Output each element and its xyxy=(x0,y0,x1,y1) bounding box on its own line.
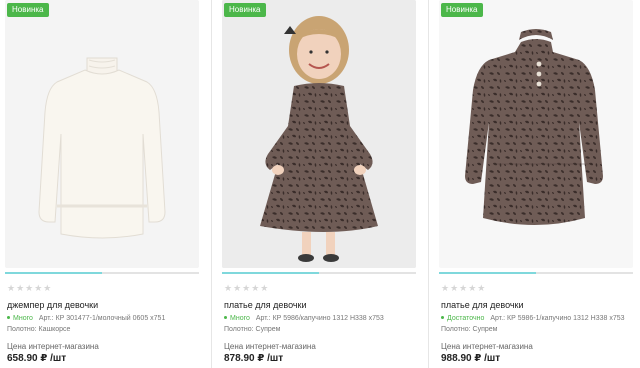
image-progress-bar xyxy=(5,272,199,274)
product-meta: Достаточно Арт.: КР 5986-1/капучино 1312 … xyxy=(441,315,625,322)
product-card[interactable]: Новинка ★★★★★ джемпер для девочки Много А… xyxy=(5,0,201,368)
stock-status: Много xyxy=(230,315,250,322)
product-article: Арт.: КР 301477-1/молочный 0605 х751 xyxy=(38,315,166,322)
new-badge: Новинка xyxy=(441,3,483,17)
product-image[interactable]: Новинка xyxy=(222,0,416,268)
product-image[interactable]: Новинка xyxy=(439,0,633,268)
product-name[interactable]: джемпер для девочки xyxy=(7,300,98,310)
stock-status: Много xyxy=(13,315,33,322)
product-price: 658.90 ₽ /шт xyxy=(7,353,67,364)
progress-fill xyxy=(439,272,536,274)
progress-fill xyxy=(5,272,102,274)
rating-stars: ★★★★★ xyxy=(7,283,53,293)
product-meta: Много Арт.: КР 301477-1/молочный 0605 х75… xyxy=(7,315,165,322)
stock-status: Достаточно xyxy=(447,315,485,322)
image-progress-bar xyxy=(439,272,633,274)
product-card[interactable]: Новинка ★★★★★ платье для девочки Достато… xyxy=(439,0,635,368)
image-progress-bar xyxy=(222,272,416,274)
product-grid: Новинка ★★★★★ джемпер для девочки Много А… xyxy=(0,0,640,368)
price-label: Цена интернет-магазина xyxy=(441,342,533,351)
column-divider xyxy=(211,0,212,368)
stock-dot-icon xyxy=(224,316,227,320)
product-fabric: Полотно: Супрем xyxy=(441,326,498,333)
product-fabric: Полотно: Супрем xyxy=(224,326,281,333)
progress-fill xyxy=(222,272,319,274)
product-fabric: Полотно: Кашкорсе xyxy=(7,326,71,333)
new-badge: Новинка xyxy=(224,3,266,17)
product-price: 878.90 ₽ /шт xyxy=(224,353,284,364)
stock-dot-icon xyxy=(7,316,10,320)
stock-dot-icon xyxy=(441,316,444,320)
product-card[interactable]: Новинка ★★★★★ платье для девочки Много Ар… xyxy=(222,0,418,368)
column-divider xyxy=(428,0,429,368)
leopard-dress-icon xyxy=(465,29,603,225)
product-price: 988.90 ₽ /шт xyxy=(441,353,501,364)
product-name[interactable]: платье для девочки xyxy=(441,300,524,310)
new-badge: Новинка xyxy=(7,3,49,17)
product-name[interactable]: платье для девочки xyxy=(224,300,307,310)
product-article: Арт.: КР 5986/капучино 1312 Н338 х753 xyxy=(255,315,384,322)
product-article: Арт.: КР 5986-1/капучино 1312 Н338 х753 xyxy=(490,315,625,322)
girl-in-leopard-dress-icon xyxy=(222,0,416,268)
product-image[interactable]: Новинка xyxy=(5,0,199,268)
price-label: Цена интернет-магазина xyxy=(7,342,99,351)
white-turtleneck-sweater-icon xyxy=(38,57,166,239)
price-label: Цена интернет-магазина xyxy=(224,342,316,351)
product-meta: Много Арт.: КР 5986/капучино 1312 Н338 х7… xyxy=(224,315,384,322)
rating-stars: ★★★★★ xyxy=(441,283,487,293)
rating-stars: ★★★★★ xyxy=(224,283,270,293)
